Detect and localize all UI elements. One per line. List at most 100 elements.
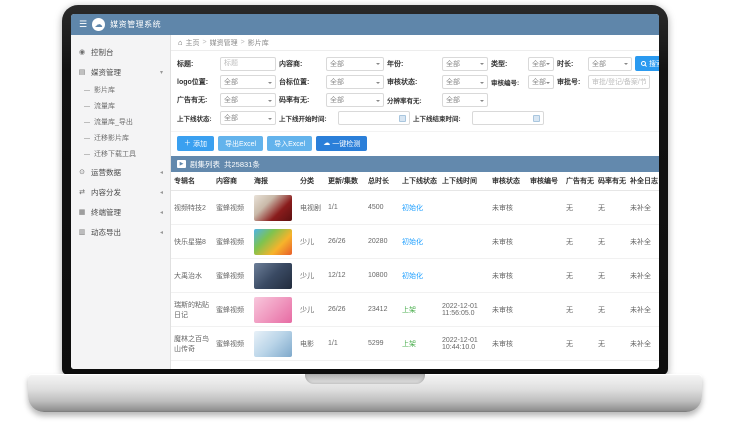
poster-thumbnail[interactable] bbox=[254, 229, 292, 255]
provider-select[interactable]: 全部 bbox=[326, 57, 384, 71]
audit-number bbox=[527, 191, 563, 225]
main-content: ⌂ 主页 > 媒资管理 > 影片库 标题: 内容商: 全部 bbox=[171, 35, 659, 369]
episodes: 26/26 bbox=[325, 293, 365, 327]
album-name: 瑞斯的粘贴日记 bbox=[171, 293, 213, 327]
table-row[interactable]: 视频特技2 蜜蜂视频 电视剧 1/1 4500 初始化 未审核 无 无 未补全 bbox=[171, 191, 659, 225]
table-row[interactable]: 快乐星猫8 蜜蜂视频 少儿 26/26 20280 初始化 未审核 无 无 未补… bbox=[171, 225, 659, 259]
hamburger-menu-icon[interactable]: ☰ bbox=[79, 20, 87, 29]
detect-button-label: 一键检测 bbox=[332, 139, 360, 149]
add-button[interactable]: ＋ 添加 bbox=[177, 136, 214, 151]
chevron-down-icon bbox=[480, 100, 484, 104]
online-status-link[interactable]: 初始化 bbox=[399, 191, 439, 225]
poster-cell bbox=[251, 225, 297, 259]
sidebar-item-migrate-tool[interactable]: 迁移下载工具 bbox=[71, 146, 170, 162]
year-label: 年份: bbox=[387, 59, 439, 69]
select-value: 全部 bbox=[224, 95, 238, 105]
poster-thumbnail[interactable] bbox=[254, 297, 292, 323]
online-status-link[interactable]: 初始化 bbox=[399, 259, 439, 293]
online-status-link[interactable]: 上架 bbox=[399, 327, 439, 361]
online-status-select[interactable]: 全部 bbox=[220, 111, 276, 125]
bitrate-flag: 无 bbox=[595, 293, 627, 327]
online-end-input[interactable] bbox=[472, 111, 544, 125]
one-click-detect-button[interactable]: ☁ 一键检测 bbox=[316, 136, 367, 151]
sidebar-item-traffic-export[interactable]: 流量库_导出 bbox=[71, 114, 170, 130]
episodes: 1/1 bbox=[325, 191, 365, 225]
title-input[interactable] bbox=[220, 57, 276, 71]
fill-log: 未补全 bbox=[627, 191, 659, 225]
audit-status-select[interactable]: 全部 bbox=[442, 75, 488, 89]
sidebar-subitem-label: 迁移影片库 bbox=[94, 133, 129, 143]
select-value: 全部 bbox=[532, 77, 546, 87]
online-status-link[interactable]: 初始化 bbox=[399, 225, 439, 259]
laptop-bezel: ☰ ☁ 媒资管理系统 ◉ 控制台 ▤ 媒资管理 ▾ bbox=[62, 5, 668, 375]
type-select[interactable]: 全部 bbox=[528, 57, 554, 71]
chevron-down-icon bbox=[546, 63, 550, 67]
select-value: 全部 bbox=[330, 77, 344, 87]
online-start-input[interactable] bbox=[338, 111, 410, 125]
column-header: 码率有无 bbox=[595, 172, 627, 191]
import-button-label: 导入Excel bbox=[274, 139, 305, 149]
bitrate-select[interactable]: 全部 bbox=[326, 93, 384, 107]
sidebar-item-migrate-library[interactable]: 迁移影片库 bbox=[71, 130, 170, 146]
ad-select[interactable]: 全部 bbox=[220, 93, 276, 107]
poster-cell bbox=[251, 191, 297, 225]
episodes-panel-header: ▶ 剧集列表 共25831条 bbox=[171, 156, 659, 172]
home-icon: ⌂ bbox=[178, 38, 183, 47]
duration-label: 时长: bbox=[557, 59, 585, 69]
sidebar-item-dashboard[interactable]: ◉ 控制台 bbox=[71, 42, 170, 62]
sidebar-item-film-library[interactable]: 影片库 bbox=[71, 82, 170, 98]
export-excel-button[interactable]: 导出Excel bbox=[218, 136, 263, 151]
import-excel-button[interactable]: 导入Excel bbox=[267, 136, 312, 151]
screen: ☰ ☁ 媒资管理系统 ◉ 控制台 ▤ 媒资管理 ▾ bbox=[71, 14, 659, 369]
audit-status-label: 审核状态: bbox=[387, 77, 439, 87]
duration-select[interactable]: 全部 bbox=[588, 57, 632, 71]
logo-position-select[interactable]: 全部 bbox=[220, 75, 276, 89]
online-status-link[interactable]: 上架 bbox=[399, 293, 439, 327]
search-button[interactable]: 搜索 bbox=[635, 56, 659, 71]
chevron-down-icon bbox=[624, 63, 628, 67]
breadcrumb-home[interactable]: 主页 bbox=[186, 38, 200, 48]
chevron-left-icon: ◂ bbox=[160, 189, 163, 196]
watermark-position-select[interactable]: 全部 bbox=[326, 75, 384, 89]
cloud-icon: ☁ bbox=[323, 140, 330, 147]
audit-number bbox=[527, 259, 563, 293]
total-duration: 23412 bbox=[365, 293, 399, 327]
poster-thumbnail[interactable] bbox=[254, 331, 292, 357]
sidebar-item-media[interactable]: ▤ 媒资管理 ▾ bbox=[71, 62, 170, 82]
content-provider: 蜜蜂视频 bbox=[213, 327, 251, 361]
toolbar: ＋ 添加 导出Excel 导入Excel ☁ 一键检测 bbox=[171, 132, 659, 156]
content-provider: 蜜蜂视频 bbox=[213, 191, 251, 225]
poster-thumbnail[interactable] bbox=[254, 263, 292, 289]
table-row[interactable]: 魔林之百鸟山传奇 蜜蜂视频 电影 1/1 5299 上架 2022-12-01 … bbox=[171, 327, 659, 361]
operations-icon: ⊙ bbox=[78, 168, 86, 176]
sidebar-item-terminal[interactable]: ▦ 终端管理 ◂ bbox=[71, 202, 170, 222]
sidebar-item-label: 运营数据 bbox=[91, 167, 121, 178]
laptop-base-notch bbox=[305, 374, 425, 384]
episodes: 12/12 bbox=[325, 259, 365, 293]
sidebar-item-distribution[interactable]: ⇄ 内容分发 ◂ bbox=[71, 182, 170, 202]
export-button-label: 导出Excel bbox=[225, 139, 256, 149]
tree-dash bbox=[84, 122, 90, 123]
online-time bbox=[439, 191, 489, 225]
table-row[interactable]: 大禹治水 蜜蜂视频 少儿 12/12 10800 初始化 未审核 无 无 未补全 bbox=[171, 259, 659, 293]
sidebar-item-dynamic-export[interactable]: ▥ 动态导出 ◂ bbox=[71, 222, 170, 242]
tree-dash bbox=[84, 154, 90, 155]
fill-log: 未补全 bbox=[627, 259, 659, 293]
select-value: 全部 bbox=[446, 77, 460, 87]
year-select[interactable]: 全部 bbox=[442, 57, 488, 71]
total-duration: 20280 bbox=[365, 225, 399, 259]
sidebar-item-traffic-library[interactable]: 流量库 bbox=[71, 98, 170, 114]
approval-number-input[interactable] bbox=[588, 75, 650, 89]
content-provider: 蜜蜂视频 bbox=[213, 259, 251, 293]
table-row[interactable]: 瑞斯的粘贴日记 蜜蜂视频 少儿 26/26 23412 上架 2022-12-0… bbox=[171, 293, 659, 327]
sidebar-item-operations[interactable]: ⊙ 运营数据 ◂ bbox=[71, 162, 170, 182]
breadcrumb-media[interactable]: 媒资管理 bbox=[210, 38, 238, 48]
breadcrumb: ⌂ 主页 > 媒资管理 > 影片库 bbox=[171, 35, 659, 51]
poster-thumbnail[interactable] bbox=[254, 195, 292, 221]
episodes-table-wrap: 专辑名内容商海报分类更新/集数总时长上下线状态上下线时间审核状态审核编号广告有无… bbox=[171, 172, 659, 369]
logo-position-label: logo位置: bbox=[177, 77, 217, 87]
dashboard-icon: ◉ bbox=[78, 48, 86, 56]
resolution-select[interactable]: 全部 bbox=[442, 93, 488, 107]
chevron-down-icon bbox=[546, 82, 550, 86]
audit-number-select[interactable]: 全部 bbox=[528, 75, 554, 89]
